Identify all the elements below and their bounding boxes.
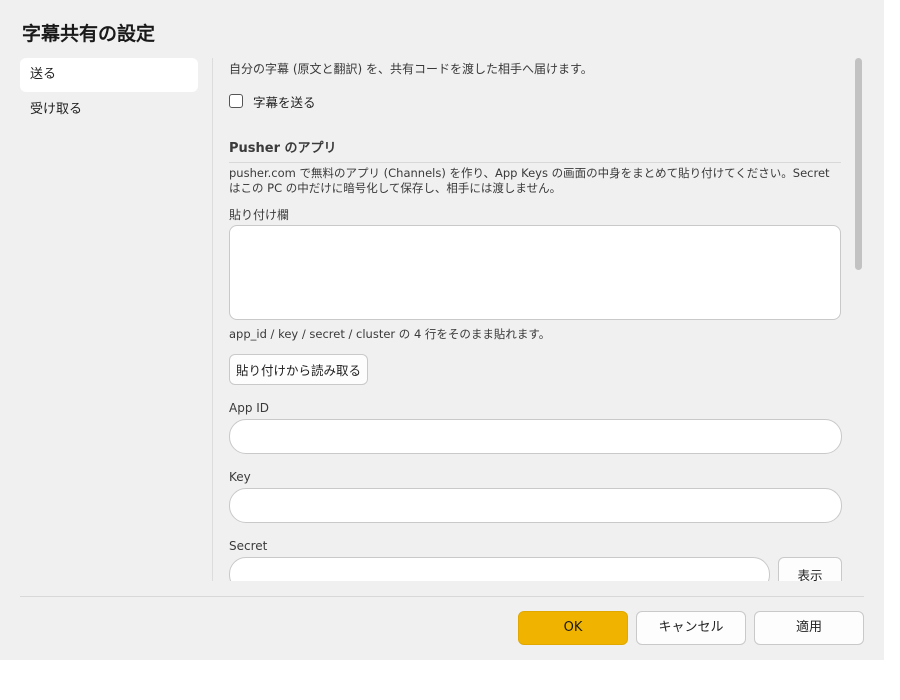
content-scrollbar[interactable] <box>855 58 862 270</box>
app-id-label: App ID <box>229 401 270 415</box>
send-checkbox-label[interactable]: 字幕を送る <box>253 92 316 111</box>
sidebar-divider <box>212 58 213 581</box>
intro-text: 自分の字幕 (原文と翻訳) を、共有コードを渡した相手へ届けます。 <box>229 62 593 76</box>
read-from-paste-button[interactable]: 貼り付けから読み取る <box>229 354 368 385</box>
pusher-section-heading: Pusher のアプリ <box>229 137 841 163</box>
send-settings-panel: 自分の字幕 (原文と翻訳) を、共有コードを渡した相手へ届けます。 字幕を送る … <box>229 58 843 581</box>
dialog-title: 字幕共有の設定 <box>22 23 156 45</box>
send-checkbox-row[interactable]: 字幕を送る <box>229 92 316 110</box>
secret-field[interactable] <box>229 557 770 581</box>
paste-hint: app_id / key / secret / cluster の 4 行をその… <box>229 327 551 341</box>
key-label: Key <box>229 470 251 484</box>
paste-field-label: 貼り付け欄 <box>229 208 290 222</box>
secret-label: Secret <box>229 539 268 553</box>
show-secret-button[interactable]: 表示 <box>778 557 842 581</box>
ok-button[interactable]: OK <box>518 611 628 645</box>
sidebar-item-send[interactable]: 送る <box>20 58 198 92</box>
cancel-button[interactable]: キャンセル <box>636 611 746 645</box>
settings-dialog: 字幕共有の設定 送る 受け取る 自分の字幕 (原文と翻訳) を、共有コードを渡し… <box>0 0 884 660</box>
apply-button[interactable]: 適用 <box>754 611 864 645</box>
footer-divider <box>20 596 864 597</box>
paste-textarea[interactable] <box>229 225 841 320</box>
sidebar-item-receive[interactable]: 受け取る <box>20 93 198 127</box>
sidebar-nav: 送る 受け取る <box>20 58 198 128</box>
key-field[interactable] <box>229 488 842 523</box>
app-id-field[interactable] <box>229 419 842 454</box>
send-subtitles-checkbox[interactable] <box>229 94 243 108</box>
pusher-description: pusher.com で無料のアプリ (Channels) を作り、App Ke… <box>229 166 830 195</box>
